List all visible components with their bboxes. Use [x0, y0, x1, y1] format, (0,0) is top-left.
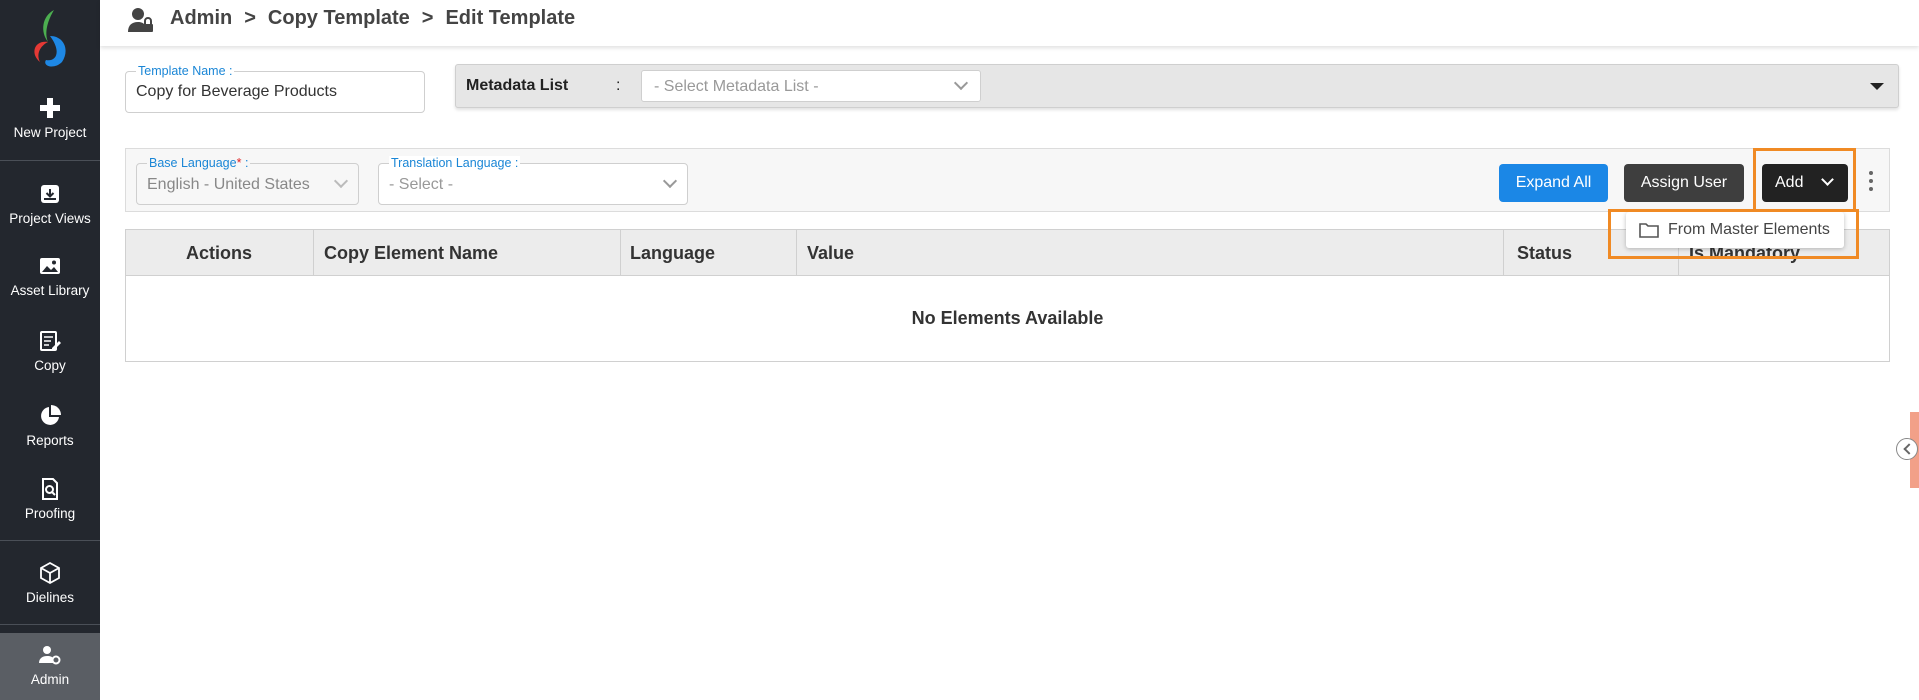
sidebar-item-project-views[interactable]: Project Views: [0, 182, 100, 226]
caret-down-icon[interactable]: [1870, 83, 1884, 90]
chevron-down-icon: [333, 173, 349, 189]
column-header-status: Status: [1517, 243, 1573, 263]
sidebar-item-label: Project Views: [9, 211, 91, 226]
template-name-value[interactable]: Copy for Beverage Products: [136, 83, 337, 101]
edit-document-icon: [40, 331, 61, 351]
template-name-label: Template Name :: [136, 64, 235, 78]
chevron-left-icon: [1903, 443, 1915, 455]
sidebar-item-label: New Project: [13, 125, 87, 140]
sidebar-item-copy[interactable]: Copy: [0, 329, 100, 373]
base-language-select[interactable]: Base Language* : English - United States: [136, 156, 359, 205]
app-logo[interactable]: [24, 6, 76, 68]
document-search-icon: [42, 478, 58, 500]
sidebar-item-label: Dielines: [25, 590, 75, 605]
sidebar-divider: [0, 540, 100, 541]
language-toolbar: Base Language* : English - United States…: [125, 148, 1890, 212]
column-header-value: Value: [807, 243, 855, 263]
project-views-icon: [41, 185, 59, 203]
column-divider: [1503, 230, 1504, 276]
base-language-label: Base Language* :: [147, 156, 251, 170]
metadata-list-bar: Metadata List : - Select Metadata List -: [455, 64, 1899, 108]
sidebar-item-dielines[interactable]: Dielines: [0, 561, 100, 605]
highlight-add-button: [1753, 148, 1856, 212]
collapse-panel-button[interactable]: [1896, 438, 1918, 460]
breadcrumb: Admin > Copy Template > Edit Template: [170, 7, 575, 30]
sidebar-item-asset-library[interactable]: Asset Library: [0, 254, 100, 298]
translation-language-label: Translation Language :: [389, 156, 521, 170]
metadata-list-placeholder: - Select Metadata List -: [654, 78, 819, 95]
column-divider: [620, 230, 621, 276]
kebab-dot: [1869, 171, 1873, 175]
sidebar: New Project Project Views Asset Library …: [0, 0, 100, 700]
breadcrumb-separator: >: [244, 7, 256, 29]
column-header-actions: Actions: [186, 243, 253, 263]
highlight-dropdown-option: [1608, 209, 1859, 259]
user-gear-icon: [39, 646, 61, 665]
metadata-list-colon: :: [616, 77, 621, 94]
sidebar-item-new-project[interactable]: New Project: [0, 96, 100, 140]
user-lock-icon: [128, 8, 153, 32]
box-icon: [40, 561, 60, 585]
sidebar-item-reports[interactable]: Reports: [0, 404, 100, 448]
kebab-dot: [1869, 187, 1873, 191]
column-divider: [313, 230, 314, 276]
column-header-copy-element-name: Copy Element Name: [324, 243, 499, 263]
plus-icon: [40, 98, 60, 118]
template-name-field[interactable]: Template Name : Copy for Beverage Produc…: [125, 64, 425, 113]
expand-all-button[interactable]: Expand All: [1499, 164, 1608, 202]
sidebar-item-label: Proofing: [24, 506, 76, 521]
breadcrumb-admin[interactable]: Admin: [170, 7, 232, 30]
breadcrumb-copy-template[interactable]: Copy Template: [268, 7, 410, 30]
breadcrumb-edit-template: Edit Template: [445, 7, 576, 29]
assign-user-button[interactable]: Assign User: [1624, 164, 1744, 202]
sidebar-divider: [0, 624, 100, 625]
chevron-down-icon: [953, 75, 969, 91]
base-language-value: English - United States: [147, 176, 310, 193]
kebab-dot: [1869, 179, 1873, 183]
translation-language-select[interactable]: Translation Language : - Select -: [378, 156, 688, 205]
pie-chart-icon: [41, 405, 61, 425]
metadata-list-select[interactable]: - Select Metadata List -: [641, 70, 981, 102]
top-header: Admin > Copy Template > Edit Template: [100, 0, 1919, 46]
sidebar-item-admin[interactable]: Admin: [0, 633, 100, 700]
image-icon: [40, 258, 60, 274]
sidebar-item-label: Asset Library: [10, 283, 90, 298]
sidebar-item-label: Reports: [26, 433, 74, 448]
chevron-down-icon: [662, 173, 678, 189]
more-options-icon[interactable]: [1866, 171, 1876, 195]
column-divider: [796, 230, 797, 276]
column-header-language: Language: [630, 243, 716, 263]
sidebar-item-label: Admin: [30, 672, 70, 687]
metadata-list-label: Metadata List: [466, 77, 569, 94]
translation-language-value: - Select -: [389, 176, 454, 193]
sidebar-item-label: Copy: [34, 358, 66, 373]
empty-state-message: No Elements Available: [911, 308, 1104, 328]
sidebar-item-proofing[interactable]: Proofing: [0, 477, 100, 521]
breadcrumb-separator: >: [421, 7, 434, 29]
sidebar-divider: [0, 160, 100, 161]
